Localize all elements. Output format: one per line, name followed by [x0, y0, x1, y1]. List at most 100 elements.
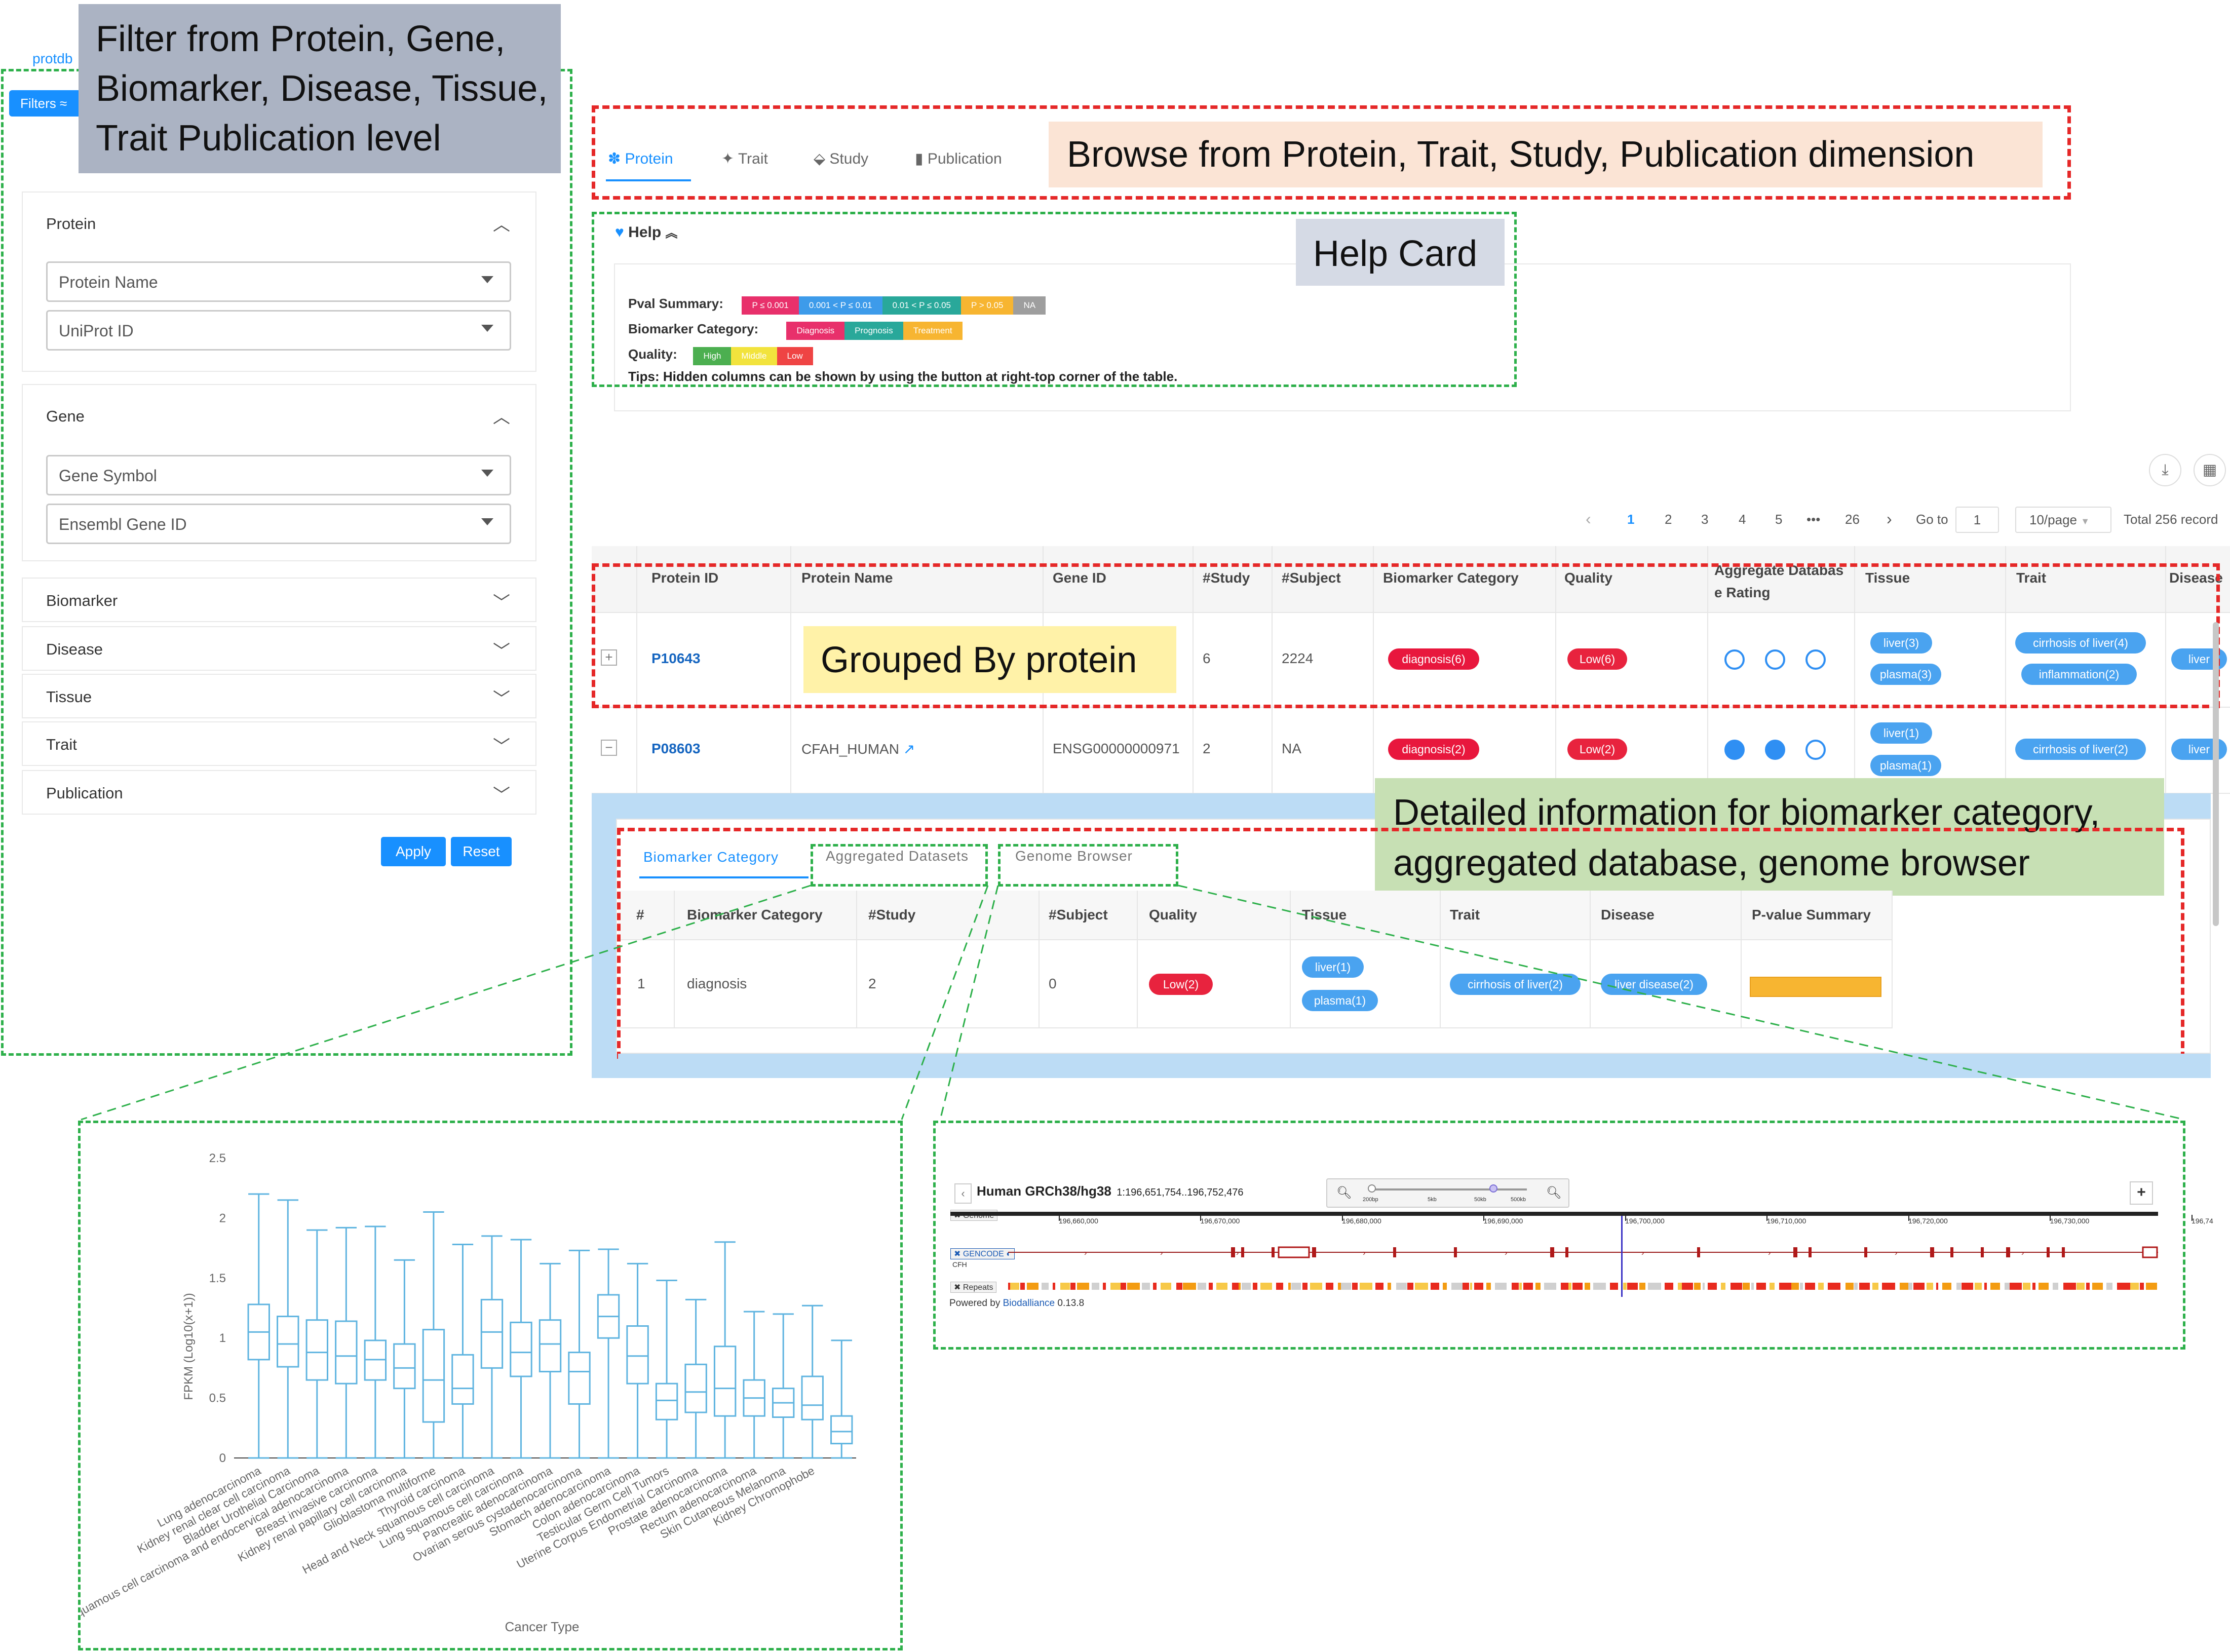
box-plot-item[interactable] [277, 1199, 299, 1459]
page-2[interactable]: 2 [1665, 512, 1672, 527]
detail-scroll-track[interactable] [618, 1054, 2211, 1076]
box-plot-item[interactable] [393, 1259, 416, 1459]
filter-callout: Filter from Protein, Gene, Biomarker, Di… [79, 4, 561, 173]
repeat-block [1103, 1283, 1106, 1290]
page-4[interactable]: 4 [1739, 512, 1746, 527]
box-plot-item[interactable] [597, 1248, 620, 1459]
gb-gencode-label[interactable]: ✖ GENCODE ◐ [950, 1248, 1015, 1259]
chevron-up-icon[interactable]: ︿ [493, 403, 510, 428]
zoom-in-icon[interactable]: 🔍︎ [1546, 1185, 1561, 1200]
box-plot-item[interactable] [626, 1262, 649, 1459]
zoom-slider-handle[interactable] [1489, 1184, 1497, 1193]
gb-powered-link[interactable]: Biodalliance [1003, 1298, 1055, 1309]
publication-filter[interactable]: Publication ﹀ [22, 770, 536, 815]
goto-input[interactable]: 1 [1955, 507, 1999, 533]
gene-exon [1930, 1247, 1934, 1257]
apply-button[interactable]: Apply [381, 837, 446, 866]
gene-exon [1550, 1247, 1554, 1257]
tab-protein[interactable]: ✽ Protein [608, 150, 673, 168]
repeat-block [1161, 1283, 1171, 1290]
box-plot-item[interactable] [422, 1211, 445, 1459]
box-plot-item[interactable] [451, 1243, 474, 1459]
columns-button[interactable]: ▦ [2194, 454, 2226, 486]
page-3[interactable]: 3 [1701, 512, 1708, 527]
repeat-block [1495, 1283, 1507, 1290]
category-pill[interactable]: diagnosis(2) [1388, 739, 1479, 760]
box-plot-item[interactable] [655, 1280, 678, 1459]
box-plot-item[interactable] [539, 1262, 562, 1459]
ensembl-gene-select[interactable]: Ensembl Gene ID [46, 504, 511, 544]
tissue-filter[interactable]: Tissue ﹀ [22, 674, 536, 718]
external-link-icon[interactable]: ↗ [903, 741, 915, 757]
box-plot-item[interactable] [743, 1311, 765, 1459]
box-plot-item[interactable] [568, 1249, 591, 1459]
repeat-block [1694, 1283, 1701, 1290]
box-plot-item[interactable] [684, 1298, 707, 1459]
download-button[interactable]: ⤓ [2149, 454, 2181, 486]
repeat-block [1020, 1283, 1025, 1290]
box-plot-item[interactable] [247, 1193, 270, 1459]
filters-button[interactable]: Filters ≈ [9, 90, 86, 117]
tab-study[interactable]: ⬙ Study [814, 150, 868, 168]
trait-filter[interactable]: Trait ﹀ [22, 721, 536, 766]
quality-pill[interactable]: Low(2) [1567, 739, 1627, 760]
biomarker-filter-label: Biomarker [46, 592, 118, 609]
box-plot-item[interactable] [305, 1229, 329, 1459]
box-plot-item[interactable] [510, 1239, 532, 1459]
box-iqr [713, 1346, 737, 1417]
gb-add-track-button[interactable]: + [2130, 1181, 2153, 1205]
tab-publication[interactable]: ▮ Publication [915, 150, 1002, 168]
collapse-row-icon[interactable]: − [601, 740, 617, 756]
gb-collapse-button[interactable]: ‹ [954, 1183, 972, 1204]
protein-id-link[interactable]: P08603 [651, 741, 701, 757]
gb-tick-mark [1059, 1215, 1060, 1221]
box-plot-item[interactable] [772, 1313, 795, 1459]
box-plot-item[interactable] [480, 1235, 504, 1459]
pval-badge-3: 0.01 < P ≤ 0.05 [882, 296, 961, 315]
trait-pill[interactable]: cirrhosis of liver(2) [2015, 739, 2146, 760]
close-icon[interactable]: ✖ [954, 1283, 960, 1292]
y-tick-label: 2.5 [209, 1151, 226, 1165]
help-title[interactable]: ♥ Help ︽ [615, 223, 678, 241]
repeat-block [1535, 1283, 1541, 1290]
repeat-block [1463, 1283, 1469, 1290]
treatment-badge: Treatment [903, 322, 963, 340]
high-badge: High [693, 347, 732, 365]
strand-arrow: › [1084, 1249, 1087, 1257]
repeat-block [1908, 1283, 1912, 1290]
brand-link[interactable]: protdb [32, 51, 72, 67]
table-scrollbar[interactable] [2213, 622, 2219, 926]
repeat-block [2106, 1283, 2112, 1290]
disease-filter[interactable]: Disease ﹀ [22, 626, 536, 671]
tissue-pill[interactable]: liver(1) [1870, 722, 1932, 744]
biomarker-filter[interactable]: Biomarker ﹀ [22, 578, 536, 622]
tab-trait[interactable]: ✦ Trait [721, 150, 768, 168]
gb-coords[interactable]: 1:196,651,754..196,752,476 [1117, 1187, 1243, 1198]
page-ellipsis[interactable]: ••• [1806, 512, 1820, 527]
zoom-out-icon[interactable]: 🔍︎ [1336, 1185, 1352, 1200]
reset-button[interactable]: Reset [451, 837, 512, 866]
repeat-block [1198, 1283, 1206, 1290]
chevron-up-icon[interactable]: ︿ [493, 211, 510, 236]
box-plot-item[interactable] [801, 1304, 824, 1459]
x-axis-title: Cancer Type [505, 1619, 580, 1634]
gb-repeats-label[interactable]: ✖ Repeats [950, 1282, 997, 1293]
box-plot-item[interactable] [335, 1226, 358, 1459]
gb-tick-mark [1341, 1215, 1343, 1221]
next-page-icon[interactable]: › [1887, 510, 1892, 528]
page-5[interactable]: 5 [1775, 512, 1782, 527]
zoom-slider-handle[interactable] [1368, 1184, 1376, 1193]
protein-name-select[interactable]: Protein Name [46, 261, 511, 302]
page-1[interactable]: 1 [1627, 512, 1634, 527]
zoom-slider-track[interactable] [1369, 1188, 1527, 1190]
box-plot-item[interactable] [364, 1225, 387, 1459]
page-26[interactable]: 26 [1845, 512, 1860, 527]
uniprot-id-select[interactable]: UniProt ID [46, 310, 511, 351]
box-plot-item[interactable] [713, 1241, 737, 1459]
page-size-select[interactable]: 10/page ▼ [2015, 507, 2111, 533]
box-plot-item[interactable] [830, 1339, 853, 1459]
close-icon[interactable]: ✖ [954, 1250, 960, 1258]
gene-symbol-select[interactable]: Gene Symbol [46, 455, 511, 495]
tissue-pill[interactable]: plasma(1) [1870, 755, 1941, 776]
prev-page-icon[interactable]: ‹ [1586, 510, 1591, 528]
